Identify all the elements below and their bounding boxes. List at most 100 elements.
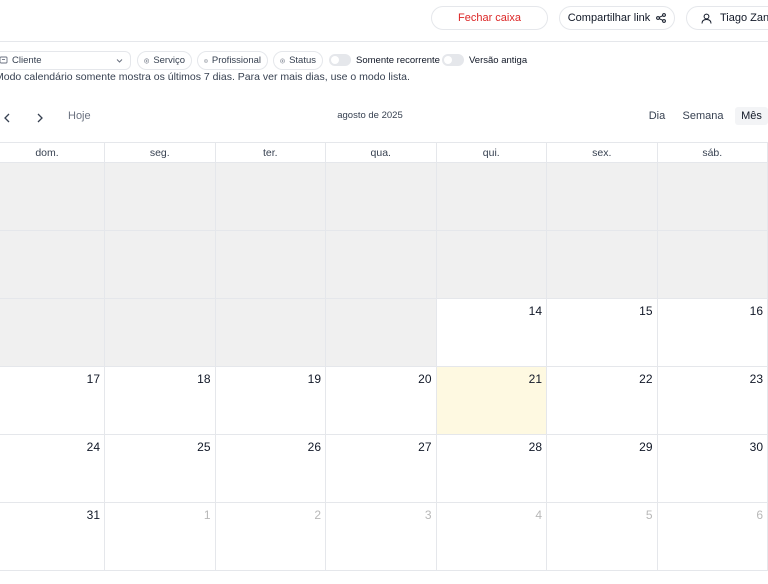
calendar-day[interactable]: 23 [657,367,768,434]
calendar-day [215,163,326,230]
calendar-day [326,299,437,366]
calendar-day[interactable]: 16 [657,299,768,366]
recurring-only-label: Somente recorrente [356,55,440,66]
month-calendar: dom. seg. ter. qua. qui. sex. sáb. 14 15 16 17 18 1… [0,142,768,571]
chevron-down-icon [116,59,123,63]
calendar-day [215,299,326,366]
calendar-mode-notice: Modo calendário somente mostra os último… [0,71,410,83]
calendar-day [657,163,768,230]
close-register-label: Fechar caixa [458,12,521,24]
top-bar: Fechar caixa Compartilhar link Tiago Zan… [0,0,768,42]
calendar-week-row: 14 15 16 [0,299,768,367]
view-day-button[interactable]: Dia [645,107,669,125]
filters-bar: Cliente Serviço Profissional Status Some… [0,51,768,71]
calendar-day[interactable]: 25 [105,435,216,502]
day-number: 6 [756,508,763,522]
day-number: 31 [86,508,100,522]
calendar-day [326,163,437,230]
chevron-right-icon [37,113,43,123]
day-number: 2 [314,508,321,522]
calendar-day[interactable]: 26 [215,435,326,502]
calendar-day[interactable]: 20 [326,367,437,434]
day-number: 1 [203,508,211,522]
calendar-day[interactable]: 3 [326,503,437,570]
share-link-label: Compartilhar link [567,12,651,24]
calendar-day [657,231,768,298]
view-month-button[interactable]: Mês [735,107,768,125]
day-number: 25 [197,440,211,454]
day-number: 15 [639,304,653,318]
client-icon [0,56,8,64]
day-number: 23 [749,372,763,386]
calendar-day[interactable]: 27 [326,435,437,502]
service-filter[interactable]: Serviço [137,51,192,70]
calendar-day [215,231,326,298]
day-number: 17 [86,372,100,386]
plus-circle-icon [204,58,208,63]
calendar-day[interactable]: 14 [436,299,547,366]
weekday-header: dom. seg. ter. qua. qui. sex. sáb. [0,143,768,163]
plus-circle-icon [144,58,150,63]
calendar-day[interactable]: 15 [547,299,658,366]
calendar-day [326,231,437,298]
calendar-day[interactable]: 28 [436,435,547,502]
calendar-day[interactable]: 19 [215,367,326,434]
calendar-day[interactable]: 22 [547,367,658,434]
day-number: 4 [535,508,542,522]
calendar-day [105,163,216,230]
day-number: 14 [528,304,542,318]
calendar-week-row [0,163,768,231]
share-icon [656,13,667,23]
day-number: 29 [639,440,653,454]
day-number: 30 [749,440,763,454]
day-number: 21 [528,372,542,386]
weekday-label: ter. [216,143,326,163]
calendar-day [0,231,105,298]
calendar-day [105,231,216,298]
next-month-button[interactable] [33,110,47,126]
weekday-label: qui. [437,143,547,163]
weekday-label: dom. [0,143,105,163]
calendar-day[interactable]: 29 [547,435,658,502]
professional-filter[interactable]: Profissional [197,51,268,70]
calendar-day [436,163,547,230]
service-filter-label: Serviço [153,55,185,66]
day-number: 27 [418,440,432,454]
calendar-day[interactable]: 17 [0,367,105,434]
calendar-day[interactable]: 6 [657,503,768,570]
day-number: 24 [86,440,100,454]
user-menu-button[interactable]: Tiago Zanon [686,6,768,30]
day-number: 16 [749,304,763,318]
calendar-day[interactable]: 4 [436,503,547,570]
calendar-day-today[interactable]: 21 [436,367,547,434]
calendar-day[interactable]: 30 [657,435,768,502]
calendar-day[interactable]: 2 [215,503,326,570]
view-week-button[interactable]: Semana [682,107,724,125]
close-register-button[interactable]: Fechar caixa [431,6,548,30]
client-select[interactable]: Cliente [0,51,131,70]
calendar-week-row: 24 25 26 27 28 29 30 [0,435,768,503]
calendar-week-row: 31 1 2 3 4 5 6 [0,503,768,571]
weekday-label: qua. [326,143,437,163]
calendar-day[interactable]: 31 [0,503,105,570]
plus-circle-icon [280,58,285,63]
recurring-only-toggle[interactable] [329,54,351,66]
day-number: 22 [639,372,653,386]
weekday-label: seg. [105,143,216,163]
calendar-day[interactable]: 24 [0,435,105,502]
calendar-day[interactable]: 5 [547,503,658,570]
day-number: 5 [645,508,653,522]
status-filter[interactable]: Status [273,51,323,70]
old-version-toggle[interactable] [442,54,464,66]
calendar-day[interactable]: 1 [105,503,216,570]
calendar-day [547,231,658,298]
prev-month-button[interactable] [0,110,14,126]
share-link-button[interactable]: Compartilhar link [559,6,675,30]
today-button[interactable]: Hoje [68,110,91,122]
calendar-day[interactable]: 18 [105,367,216,434]
day-number: 26 [307,440,321,454]
status-filter-label: Status [289,55,316,66]
calendar-day [547,163,658,230]
calendar-day [436,231,547,298]
day-number: 19 [307,372,321,386]
